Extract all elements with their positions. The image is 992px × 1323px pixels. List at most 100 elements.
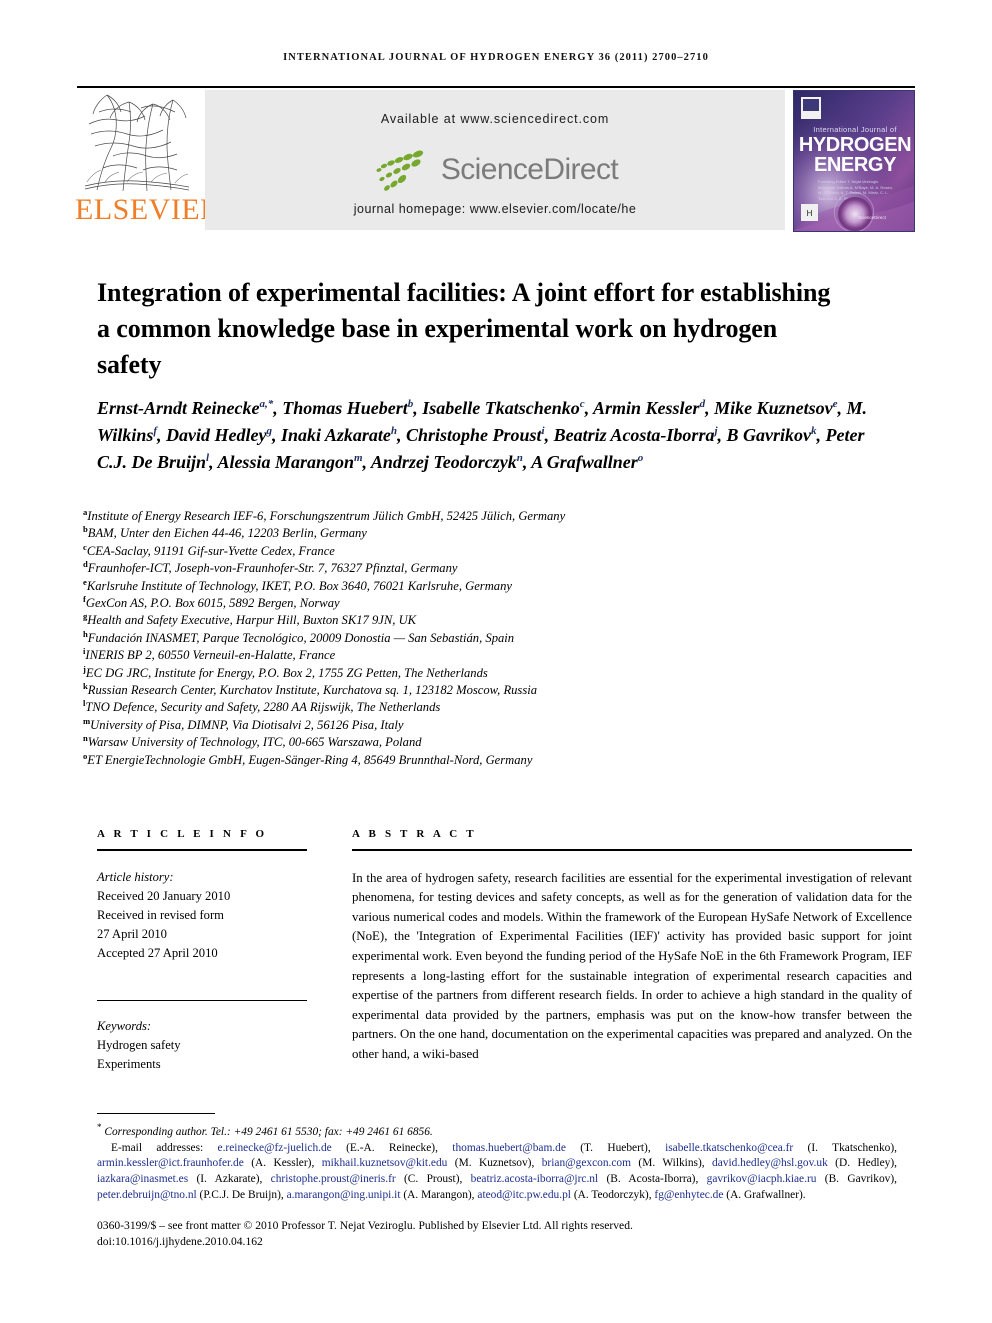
email-owner: (A. Teodorczyk),: [570, 1188, 655, 1201]
article-history-label: Article history:: [97, 869, 174, 884]
email-owner: (P.C.J. De Bruijn),: [196, 1188, 287, 1201]
copyright-block: 0360-3199/$ – see front matter © 2010 Pr…: [97, 1218, 897, 1250]
author-name: Andrzej Teodorczyk: [370, 452, 517, 472]
email-addresses-label: E-mail addresses:: [111, 1141, 218, 1154]
email-link[interactable]: armin.kessler@ict.fraunhofer.de: [97, 1157, 244, 1169]
author-name: Inaki Azkarate: [281, 425, 391, 445]
sciencedirect-wordmark: ScienceDirect: [440, 153, 619, 186]
affiliation-text: Fraunhofer-ICT, Joseph-von-Fraunhofer-St…: [87, 561, 458, 576]
svg-text:H: H: [807, 209, 813, 218]
affiliation-item: hFundación INASMET, Parque Tecnológico, …: [83, 629, 903, 647]
email-owner: (D. Hedley),: [827, 1157, 897, 1170]
elsevier-logo: ELSEVIER: [75, 88, 221, 234]
cover-hek-icon: H: [801, 204, 818, 221]
article-history-lines: Received 20 January 2010 Received in revi…: [97, 887, 307, 963]
keyword-item: Experiments: [97, 1056, 161, 1071]
cover-elsevier-mark: [801, 97, 821, 119]
affiliation-text: GexCon AS, P.O. Box 6015, 5892 Bergen, N…: [85, 596, 340, 611]
email-link[interactable]: peter.debruijn@tno.nl: [97, 1189, 197, 1201]
affiliation-text: TNO Defence, Security and Safety, 2280 A…: [85, 700, 441, 715]
affiliation-text: ET EnergieTechnologie GmbH, Eugen-Sänger…: [87, 752, 533, 767]
affiliation-text: Karlsruhe Institute of Technology, IKET,…: [86, 578, 512, 593]
email-owner: (C. Proust),: [395, 1173, 471, 1186]
email-link[interactable]: iazkara@inasmet.es: [97, 1173, 188, 1185]
author-affiliation-marker: h: [390, 425, 397, 437]
email-link[interactable]: david.hedley@hsl.gov.uk: [712, 1157, 828, 1169]
cover-journal-prefix: International Journal of: [813, 125, 897, 134]
cover-hek-logo: H: [801, 204, 818, 221]
author-affiliation-marker: b: [407, 398, 414, 410]
affiliation-text: INERIS BP 2, 60550 Verneuil-en-Halatte, …: [85, 648, 336, 663]
affiliation-item: jEC DG JRC, Institute for Energy, P.O. B…: [83, 664, 903, 682]
email-owner: (B. Acosta-Iborra),: [598, 1173, 707, 1186]
sciencedirect-leaf-icon: [376, 150, 424, 191]
affiliation-item: cCEA-Saclay, 91191 Gif-sur-Yvette Cedex,…: [83, 542, 903, 560]
running-head: INTERNATIONAL JOURNAL OF HYDROGEN ENERGY…: [0, 52, 992, 63]
email-link[interactable]: thomas.huebert@bam.de: [452, 1142, 566, 1154]
author-name: Armin Kessler: [593, 398, 700, 418]
email-link[interactable]: a.marangon@ing.unipi.it: [287, 1189, 401, 1201]
abstract-heading: A B S T R A C T: [352, 828, 477, 840]
author-name: Mike Kuznetsov: [714, 398, 833, 418]
email-link[interactable]: mikhail.kuznetsov@kit.edu: [322, 1157, 448, 1169]
author-affiliation-marker: d: [699, 398, 706, 410]
email-owner: (E.-A. Reinecke),: [331, 1141, 453, 1154]
affiliation-item: nWarsaw University of Technology, ITC, 0…: [83, 734, 903, 751]
keywords-block: Keywords: Hydrogen safety Experiments: [97, 1017, 307, 1074]
email-owner: (I. Azkarate),: [188, 1173, 271, 1186]
email-owner: (A. Kessler),: [243, 1157, 322, 1170]
elsevier-tree-icon: [83, 90, 191, 196]
available-at-text: Available at www.sciencedirect.com: [380, 112, 610, 126]
email-link[interactable]: gavrikov@iacph.kiae.ru: [707, 1173, 817, 1185]
author-name: Beatriz Acosta-Iborra: [553, 425, 715, 445]
doi-line: doi:10.1016/j.ijhydene.2010.04.162: [97, 1235, 263, 1248]
author-affiliation-marker: m: [353, 452, 363, 464]
author-name: A Grafwallner: [531, 452, 638, 472]
author-affiliation-marker: k: [811, 425, 817, 437]
email-link[interactable]: ateod@itc.pw.edu.pl: [477, 1189, 571, 1201]
email-link[interactable]: e.reinecke@fz-juelich.de: [218, 1142, 332, 1154]
article-history-item: Accepted 27 April 2010: [97, 945, 218, 960]
keywords-label: Keywords:: [97, 1018, 152, 1033]
cover-orb-graphic: [838, 197, 872, 231]
affiliation-item: mUniversity of Pisa, DIMNP, Via Diotisal…: [83, 716, 903, 734]
page-title: Integration of experimental facilities: …: [97, 278, 831, 380]
keywords-rule: [97, 999, 307, 1001]
email-owner: (M. Kuznetsov),: [447, 1157, 542, 1170]
keywords-lines: Hydrogen safety Experiments: [97, 1036, 307, 1074]
author-affiliation-marker: e: [832, 398, 838, 410]
affiliation-text: University of Pisa, DIMNP, Via Diotisalv…: [90, 717, 404, 732]
affiliation-item: bBAM, Unter den Eichen 44-46, 12203 Berl…: [83, 525, 903, 542]
author-affiliation-marker: o: [637, 452, 644, 464]
affiliation-item: gHealth and Safety Executive, Harpur Hil…: [83, 612, 903, 629]
article-info-rule: [97, 849, 307, 851]
affiliation-text: Warsaw University of Technology, ITC, 00…: [87, 735, 422, 750]
sciencedirect-logo: ScienceDirect: [205, 145, 785, 195]
email-owner: (M. Wilkins),: [630, 1157, 713, 1170]
author-name: B Gavrikov: [726, 425, 812, 445]
article-history-item: Received 20 January 2010: [97, 888, 231, 903]
affiliation-item: kRussian Research Center, Kurchatov Inst…: [83, 682, 903, 699]
keywords-rule-wrap: [97, 999, 307, 1001]
affiliation-item: lTNO Defence, Security and Safety, 2280 …: [83, 699, 903, 716]
email-link[interactable]: christophe.proust@ineris.fr: [271, 1173, 396, 1185]
author-name: David Hedley: [166, 425, 267, 445]
author-affiliation-marker: a,*: [259, 398, 274, 410]
elsevier-wordmark: ELSEVIER: [75, 193, 221, 226]
email-link[interactable]: fg@enhytec.de: [654, 1189, 723, 1201]
author-affiliation-marker: l: [206, 452, 210, 464]
journal-homepage-text: journal homepage: www.elsevier.com/locat…: [353, 202, 637, 216]
email-owner: (B. Gavrikov),: [816, 1173, 898, 1186]
affiliation-text: EC DG JRC, Institute for Energy, P.O. Bo…: [85, 665, 488, 680]
corresponding-author-text: Corresponding author. Tel.: +49 2461 61 …: [104, 1125, 433, 1138]
author-list: Ernst-Arndt Reineckea,*, Thomas Huebertb…: [97, 398, 867, 472]
email-link[interactable]: isabelle.tkatschenko@cea.fr: [665, 1142, 793, 1154]
email-link[interactable]: beatriz.acosta-iborra@jrc.nl: [471, 1173, 599, 1185]
affiliation-item: iINERIS BP 2, 60550 Verneuil-en-Halatte,…: [83, 647, 903, 664]
masthead: ELSEVIER Available at www.sciencedirect.…: [75, 88, 915, 234]
author-name: Ernst-Arndt Reinecke: [97, 398, 260, 418]
email-link[interactable]: brian@gexcon.com: [542, 1157, 631, 1169]
affiliation-item: eKarlsruhe Institute of Technology, IKET…: [83, 577, 903, 595]
abstract-column: A B S T R A C T In the area of hydrogen …: [352, 828, 912, 1065]
cover-title-line1: HYDROGEN: [798, 134, 912, 156]
